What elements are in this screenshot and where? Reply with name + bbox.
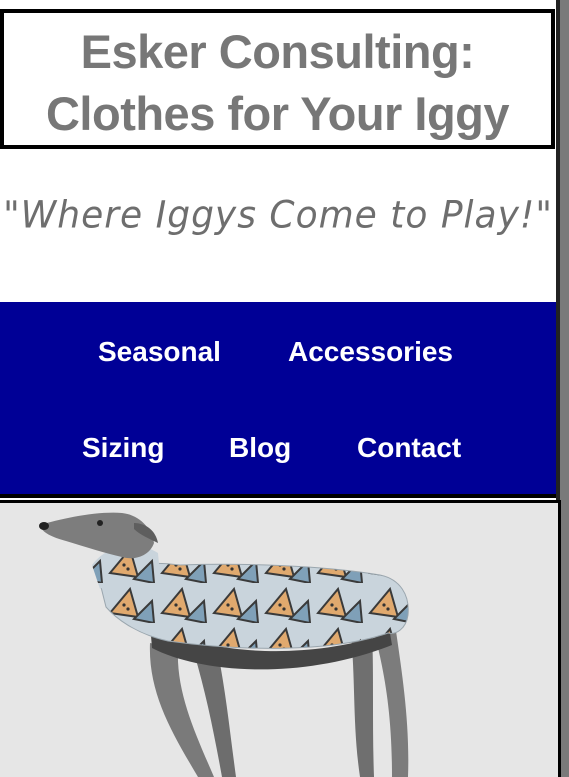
tagline: "Where Iggys Come to Play!" xyxy=(3,193,553,238)
site-title-line1: Esker Consulting: xyxy=(80,25,475,78)
page: Esker Consulting: Clothes for Your Iggy … xyxy=(0,0,561,777)
site-title: Esker Consulting: Clothes for Your Iggy xyxy=(4,21,551,145)
main-nav: Seasonal Accessories Sizing Blog Contact xyxy=(0,302,556,498)
nav-item-sizing[interactable]: Sizing xyxy=(82,432,164,464)
nav-item-accessories[interactable]: Accessories xyxy=(288,336,453,368)
greyhound-illustration xyxy=(0,503,558,777)
tagline-area: "Where Iggys Come to Play!" xyxy=(0,149,556,302)
nav-item-seasonal[interactable]: Seasonal xyxy=(98,336,221,368)
site-title-line2: Clothes for Your Iggy xyxy=(45,87,510,140)
nav-item-contact[interactable]: Contact xyxy=(357,432,461,464)
nav-item-blog[interactable]: Blog xyxy=(229,432,291,464)
hero-image xyxy=(0,500,561,777)
site-title-box: Esker Consulting: Clothes for Your Iggy xyxy=(0,9,555,149)
